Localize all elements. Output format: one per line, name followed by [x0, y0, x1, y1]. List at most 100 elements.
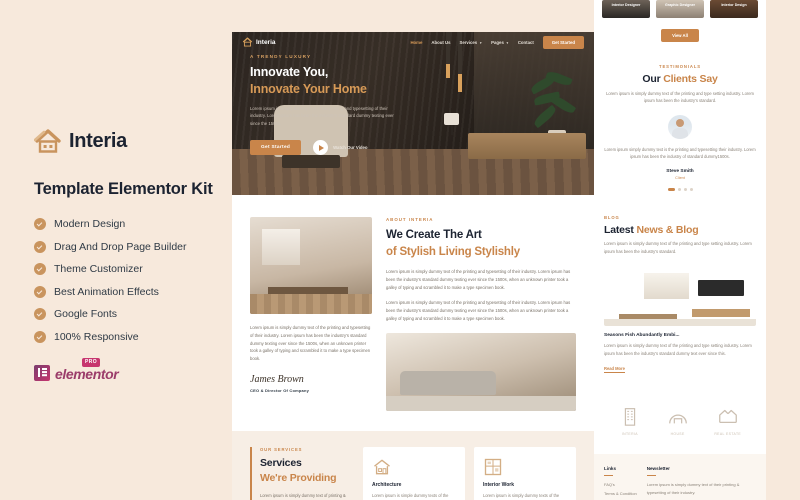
carousel-dot-active[interactable]: [667, 188, 675, 192]
footer-link-terms[interactable]: Terms & Condition: [604, 490, 637, 498]
nav-item-about-us[interactable]: About Us: [431, 40, 450, 45]
service-card-title: Architecture: [372, 482, 402, 489]
promo-title: Template Elementor Kit: [34, 180, 213, 198]
site-header: Interia Home About Us Services ▼ Pages ▼ C…: [232, 32, 594, 52]
blog-heading-plain: Latest: [604, 224, 637, 237]
brand-name: Interia: [69, 129, 127, 152]
elementor-wordmark: elementor: [55, 365, 119, 382]
hero-eyebrow: A Trendy Luxury: [250, 54, 312, 59]
service-card-text: Lorem ipsum is simple dummy texts of the…: [372, 493, 449, 499]
avatar: [668, 114, 692, 139]
check-circle-icon: [34, 285, 46, 298]
about-right-column: About Interia We Create The Art of Styli…: [386, 217, 576, 412]
header-cta-button[interactable]: Get Started: [542, 35, 584, 49]
carousel-dot[interactable]: [689, 188, 693, 192]
hero-section: Interia Home About Us Services ▼ Pages ▼ C…: [232, 32, 594, 195]
newsletter-text: Lorem ipsum is simply dummy text of thei…: [646, 482, 740, 496]
testimonials-section: Testimonials Our Clients Say Lorem ipsum…: [594, 54, 766, 205]
site-footer: Links FAQ's Terms & Condition Support He…: [594, 454, 766, 500]
testimonials-eyebrow: Testimonials: [659, 64, 701, 69]
partner-label: HOUSE: [670, 432, 685, 437]
website-mockup-right: Interior Designer Graphic Designer Inter…: [594, 0, 766, 500]
elementor-mark-icon: [34, 364, 50, 381]
service-card-title: Interior Work: [483, 482, 515, 489]
hero-heading-line1: Innovate You,: [250, 65, 329, 79]
check-circle-icon: [34, 308, 46, 320]
elementor-logo: elementor PRO: [34, 357, 232, 382]
check-circle-icon: [34, 330, 46, 343]
services-eyebrow: Our Services: [260, 447, 303, 453]
nav-item-pages[interactable]: Pages ▼: [491, 40, 509, 45]
check-circle-icon: [34, 240, 46, 253]
nav-item-services[interactable]: Services ▼: [460, 40, 483, 45]
portfolio-thumbnails: Interior Designer Graphic Designer Inter…: [594, 0, 766, 18]
blog-read-more-link[interactable]: Read More: [604, 366, 625, 374]
newsletter-heading: Newsletter: [646, 466, 670, 472]
blog-post-title: Seasons Fish Abundantly Embi...: [604, 332, 680, 338]
site-logo[interactable]: Interia: [242, 37, 276, 47]
service-card-interior-work[interactable]: Interior Work Lorem ipsum is simply dumm…: [474, 447, 576, 500]
nav-item-contact[interactable]: Contact: [518, 40, 534, 45]
portfolio-thumb[interactable]: Interior Design: [710, 0, 758, 18]
blog-subtitle: Lorem ipsum is simply dummy text of the …: [604, 241, 752, 254]
about-eyebrow: About Interia: [386, 217, 434, 222]
portfolio-thumb-label: Interior Design: [721, 3, 747, 7]
hero-cta-row: Get Started Watch Our Video: [250, 140, 425, 156]
blog-post-card[interactable]: Seasons Fish Abundantly Embi... Lorem ip…: [604, 264, 756, 375]
carousel-dot[interactable]: [677, 188, 681, 192]
about-paragraph-1: Lorem ipsum is simply dummy text of the …: [386, 269, 571, 291]
about-heading: We Create The Art of Stylish Living Styl…: [386, 227, 576, 260]
twin-roof-icon: [717, 409, 739, 431]
hero-get-started-button[interactable]: Get Started: [250, 140, 302, 156]
feature-item: Google Fonts: [34, 308, 232, 320]
site-logo-text: Interia: [256, 38, 276, 46]
services-section: Our Services Services We're Providing Lo…: [232, 431, 594, 500]
feature-label: Theme Customizer: [54, 263, 143, 275]
hero-copy: A Trendy Luxury Innovate You, Innovate Y…: [250, 54, 425, 156]
feature-item: Modern Design: [34, 218, 232, 230]
portfolio-thumb-label: Graphic Designer: [665, 3, 695, 7]
nav-item-home[interactable]: Home: [410, 40, 422, 45]
partner-logo: HOUSE: [667, 405, 689, 436]
building-tower-icon: [619, 408, 641, 431]
brand-lockup: Interia: [33, 128, 232, 154]
check-circle-icon: [34, 263, 46, 275]
portfolio-view-all-button[interactable]: View All: [661, 29, 699, 42]
testimonials-heading-accent: Clients Say: [663, 73, 718, 85]
footer-links-column: Links FAQ's Terms & Condition Support He…: [604, 466, 637, 500]
footer-links-heading: Links: [604, 466, 616, 472]
feature-label: Drag And Drop Page Builder: [54, 240, 187, 253]
carousel-dot[interactable]: [683, 188, 687, 192]
play-triangle-icon[interactable]: [313, 140, 329, 156]
portfolio-thumb[interactable]: Interior Designer: [602, 0, 650, 18]
services-heading: Services We're Providing: [260, 456, 354, 485]
hero-heading: Innovate You, Innovate Your Home: [250, 64, 425, 98]
testimonials-subtitle: Lorem ipsum is simply dummy text of the …: [606, 91, 754, 104]
chevron-down-icon: ▼: [479, 40, 483, 45]
portfolio-thumb[interactable]: Graphic Designer: [656, 0, 704, 18]
about-signature: James Brown: [250, 373, 304, 385]
testimonials-heading: Our Clients Say: [604, 73, 756, 85]
about-heading-line2: of Stylish Living Stylishly: [386, 245, 520, 258]
portfolio-thumb-label: Interior Designer: [611, 3, 641, 7]
feature-item: Best Animation Effects: [34, 285, 232, 298]
hero-paragraph: Lorem ipsum is simply dummy text of the …: [250, 105, 394, 126]
blog-eyebrow: Blog: [604, 215, 620, 221]
footer-link-faqs[interactable]: FAQ's: [604, 481, 637, 489]
page-right-margin: [766, 0, 800, 500]
testimonials-heading-plain: Our: [642, 73, 664, 85]
partner-logo: REAL ESTATE: [714, 405, 741, 436]
blog-heading: Latest News & Blog: [604, 224, 756, 236]
blog-section: Blog Latest News & Blog Lorem ipsum is s…: [594, 205, 766, 389]
footer-heading-rule: [604, 475, 613, 477]
site-nav: Home About Us Services ▼ Pages ▼ Contact G…: [410, 35, 584, 49]
service-card-architecture[interactable]: Architecture Lorem ipsum is simple dummy…: [363, 447, 465, 500]
about-heading-line1: We Create The Art: [386, 229, 482, 241]
hero-credenza: [468, 133, 586, 159]
feature-label: Google Fonts: [54, 308, 118, 320]
chevron-down-icon: ▼: [505, 40, 509, 45]
hero-video-label: Watch Our Video: [333, 144, 368, 150]
blog-heading-accent: News & Blog: [636, 224, 699, 237]
hero-video-link[interactable]: Watch Our Video: [313, 140, 368, 156]
footer-heading-rule: [646, 475, 656, 477]
